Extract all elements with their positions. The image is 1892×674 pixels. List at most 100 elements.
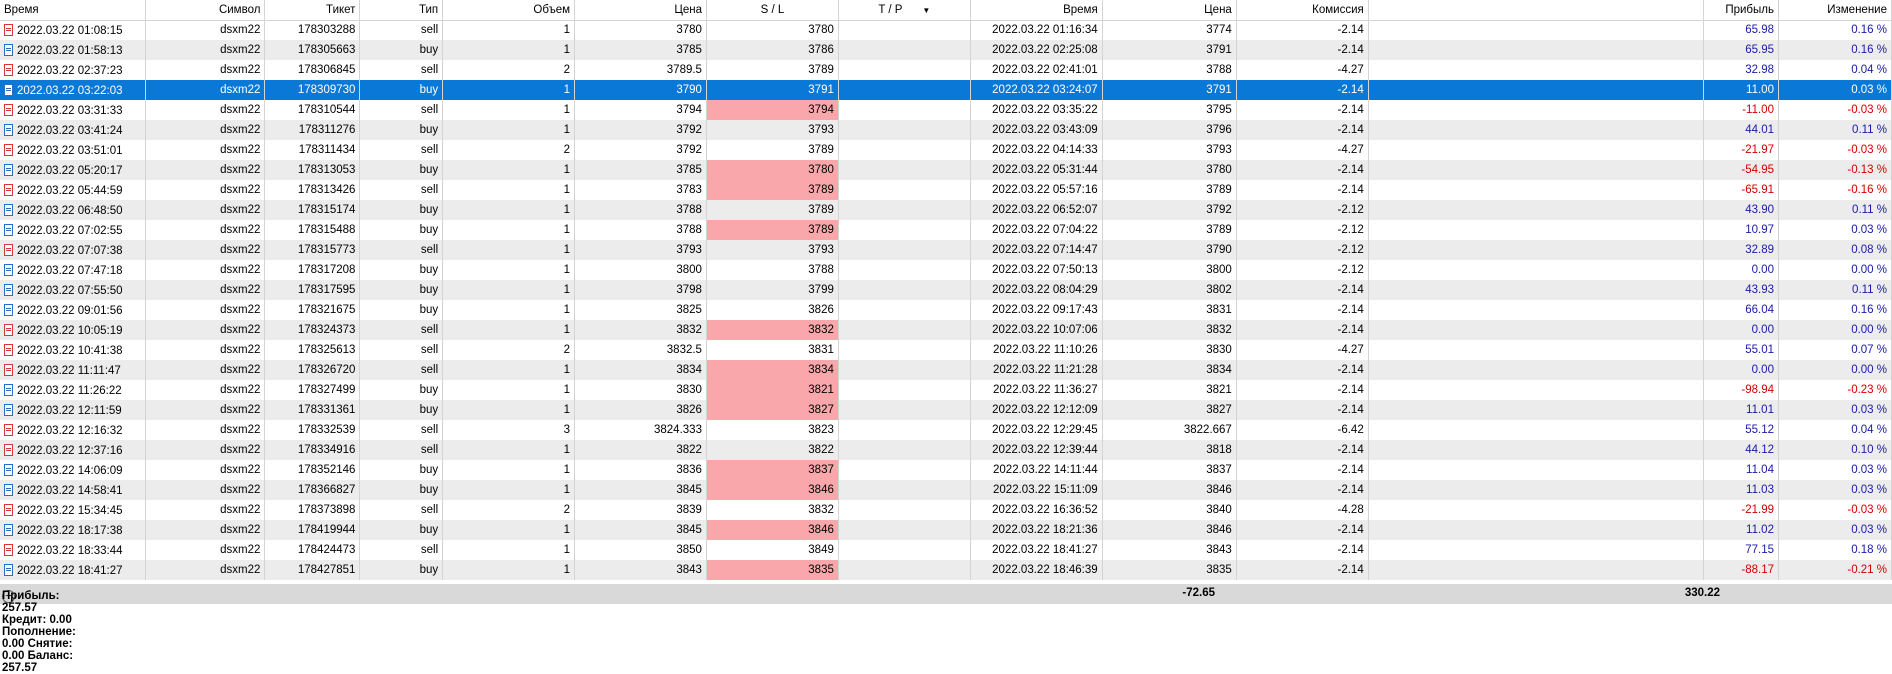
cell-symbol-text: dsxm22 <box>220 504 261 516</box>
col-header-symbol[interactable]: Символ <box>145 0 266 21</box>
cell-commission: -2.14 <box>1236 80 1369 100</box>
table-row[interactable]: 2022.03.22 10:05:19 dsxm22 178324373 sell 1 3… <box>0 320 1892 340</box>
table-row[interactable]: 2022.03.22 18:41:27 dsxm22 178427851 buy 1 38… <box>0 560 1892 580</box>
cell-take-profit <box>838 380 971 400</box>
cell-change-text: 0.10 % <box>1851 444 1887 456</box>
table-row[interactable]: 2022.03.22 12:16:32 dsxm22 178332539 sell 3 3… <box>0 420 1892 440</box>
table-row[interactable]: 2022.03.22 06:48:50 dsxm22 178315174 buy 1 37… <box>0 200 1892 220</box>
cell-volume: 1 <box>442 520 576 540</box>
cell-open-time-text: 2022.03.22 03:31:33 <box>17 104 123 117</box>
table-row[interactable]: 2022.03.22 01:58:13 dsxm22 178305663 buy 1 37… <box>0 40 1892 60</box>
cell-volume: 1 <box>442 120 576 140</box>
col-header-profit[interactable]: Прибыль <box>1703 0 1779 21</box>
cell-close-time-text: 2022.03.22 11:36:27 <box>993 384 1098 396</box>
cell-open-time: 2022.03.22 12:37:16 <box>0 440 146 460</box>
cell-type-text: buy <box>419 224 439 236</box>
cell-swap <box>1368 280 1705 300</box>
cell-stop-loss-text: 3846 <box>808 484 834 496</box>
cell-price: 3788 <box>574 220 707 240</box>
cell-type: buy <box>359 480 444 500</box>
table-row[interactable]: 2022.03.22 07:07:38 dsxm22 178315773 sell 1 3… <box>0 240 1892 260</box>
table-row[interactable]: 2022.03.22 11:26:22 dsxm22 178327499 buy 1 38… <box>0 380 1892 400</box>
cell-stop-loss-text: 3780 <box>808 24 834 37</box>
cell-close-price-text: 3835 <box>1206 564 1232 576</box>
cell-open-time-text: 2022.03.22 05:44:59 <box>17 184 123 197</box>
cell-take-profit <box>838 500 971 520</box>
cell-close-price-text: 3843 <box>1206 544 1232 556</box>
cell-symbol-text: dsxm22 <box>220 344 261 356</box>
cell-take-profit <box>838 360 971 380</box>
cell-symbol: dsxm22 <box>145 260 266 280</box>
cell-stop-loss: 3821 <box>706 380 839 400</box>
table-row[interactable]: 2022.03.22 07:02:55 dsxm22 178315488 buy 1 37… <box>0 220 1892 240</box>
cell-symbol-text: dsxm22 <box>220 64 261 76</box>
table-row[interactable]: 2022.03.22 09:01:56 dsxm22 178321675 buy 1 38… <box>0 300 1892 320</box>
cell-ticket-text: 178327499 <box>297 384 356 396</box>
table-row[interactable]: 2022.03.22 07:47:18 dsxm22 178317208 buy 1 38… <box>0 260 1892 280</box>
cell-stop-loss-text: 3789 <box>808 224 834 236</box>
cell-price-text: 3843 <box>676 564 702 576</box>
table-row[interactable]: 2022.03.22 18:17:38 dsxm22 178419944 buy 1 38… <box>0 520 1892 540</box>
cell-change-text: 0.04 % <box>1851 424 1887 436</box>
cell-stop-loss-text: 3831 <box>808 344 834 356</box>
cell-ticket-text: 178325613 <box>297 344 356 356</box>
cell-price: 3836 <box>574 460 707 480</box>
table-row[interactable]: 2022.03.22 14:58:41 dsxm22 178366827 buy 1 38… <box>0 480 1892 500</box>
col-header-take-profit[interactable]: T / P ▼ <box>838 0 971 21</box>
col-header-swap[interactable] <box>1368 0 1705 21</box>
col-header-close-price[interactable]: Цена <box>1102 0 1237 21</box>
cell-profit: -88.17 <box>1703 560 1779 580</box>
col-header-ticket[interactable]: Тикет <box>264 0 361 21</box>
buy-order-icon <box>4 123 13 136</box>
table-row[interactable]: 2022.03.22 12:37:16 dsxm22 178334916 sell 1 3… <box>0 440 1892 460</box>
table-row[interactable]: 2022.03.22 03:31:33 dsxm22 178310544 sell 1 3… <box>0 100 1892 120</box>
col-header-commission[interactable]: Комиссия <box>1236 0 1369 21</box>
cell-ticket: 178334916 <box>264 440 361 460</box>
table-row[interactable]: 2022.03.22 18:33:44 dsxm22 178424473 sell 1 3… <box>0 540 1892 560</box>
table-row[interactable]: 2022.03.22 03:41:24 dsxm22 178311276 buy 1 37… <box>0 120 1892 140</box>
table-row[interactable]: 2022.03.22 03:51:01 dsxm22 178311434 sell 2 3… <box>0 140 1892 160</box>
table-row[interactable]: 2022.03.22 11:11:47 dsxm22 178326720 sell 1 3… <box>0 360 1892 380</box>
cell-price: 3788 <box>574 200 707 220</box>
table-row[interactable]: 2022.03.22 01:08:15 dsxm22 178303288 sell 1 3… <box>0 20 1892 40</box>
cell-symbol: dsxm22 <box>145 540 266 560</box>
cell-commission: -2.14 <box>1236 400 1369 420</box>
cell-close-price: 3802 <box>1102 280 1237 300</box>
table-row[interactable]: 2022.03.22 02:37:23 dsxm22 178306845 sell 2 3… <box>0 60 1892 80</box>
cell-swap <box>1368 520 1705 540</box>
table-row[interactable]: 2022.03.22 07:55:50 dsxm22 178317595 buy 1 37… <box>0 280 1892 300</box>
cell-change-text: 0.16 % <box>1851 24 1887 37</box>
col-header-close-time[interactable]: Время <box>970 0 1103 21</box>
cell-symbol: dsxm22 <box>145 420 266 440</box>
cell-take-profit <box>838 560 971 580</box>
cell-open-time: 2022.03.22 14:06:09 <box>0 460 146 480</box>
cell-volume: 1 <box>442 100 576 120</box>
cell-close-time-text: 2022.03.22 07:04:22 <box>992 224 1098 236</box>
cell-commission: -2.14 <box>1236 560 1369 580</box>
cell-close-price-text: 3821 <box>1206 384 1232 396</box>
col-header-type[interactable]: Тип <box>359 0 444 21</box>
cell-close-time: 2022.03.22 15:11:09 <box>970 480 1103 500</box>
cell-price: 3830 <box>574 380 707 400</box>
table-row[interactable]: 2022.03.22 12:11:59 dsxm22 178331361 buy 1 38… <box>0 400 1892 420</box>
table-row[interactable]: 2022.03.22 03:22:03 dsxm22 178309730 buy 1 37… <box>0 80 1892 100</box>
cell-symbol-text: dsxm22 <box>220 44 261 56</box>
col-header-price[interactable]: Цена <box>574 0 707 21</box>
table-row[interactable]: 2022.03.22 05:20:17 dsxm22 178313053 buy 1 37… <box>0 160 1892 180</box>
cell-type: buy <box>359 560 444 580</box>
cell-open-time-text: 2022.03.22 18:17:38 <box>17 524 123 537</box>
table-row[interactable]: 2022.03.22 14:06:09 dsxm22 178352146 buy 1 38… <box>0 460 1892 480</box>
cell-symbol-text: dsxm22 <box>220 404 261 416</box>
table-row[interactable]: 2022.03.22 05:44:59 dsxm22 178313426 sell 1 3… <box>0 180 1892 200</box>
col-header-volume[interactable]: Объем <box>442 0 576 21</box>
table-row[interactable]: 2022.03.22 10:41:38 dsxm22 178325613 sell 2 3… <box>0 340 1892 360</box>
col-header-change[interactable]: Изменение <box>1778 0 1892 21</box>
cell-close-time-text: 2022.03.22 11:10:26 <box>993 344 1098 356</box>
cell-open-time-text: 2022.03.22 11:26:22 <box>17 384 122 397</box>
buy-order-icon <box>4 483 13 496</box>
cell-price-text: 3836 <box>676 464 702 476</box>
col-header-stop-loss[interactable]: S / L <box>706 0 839 21</box>
cell-open-time-text: 2022.03.22 14:06:09 <box>17 464 123 477</box>
table-row[interactable]: 2022.03.22 15:34:45 dsxm22 178373898 sell 2 3… <box>0 500 1892 520</box>
col-header-open-time[interactable]: Время <box>0 0 146 21</box>
